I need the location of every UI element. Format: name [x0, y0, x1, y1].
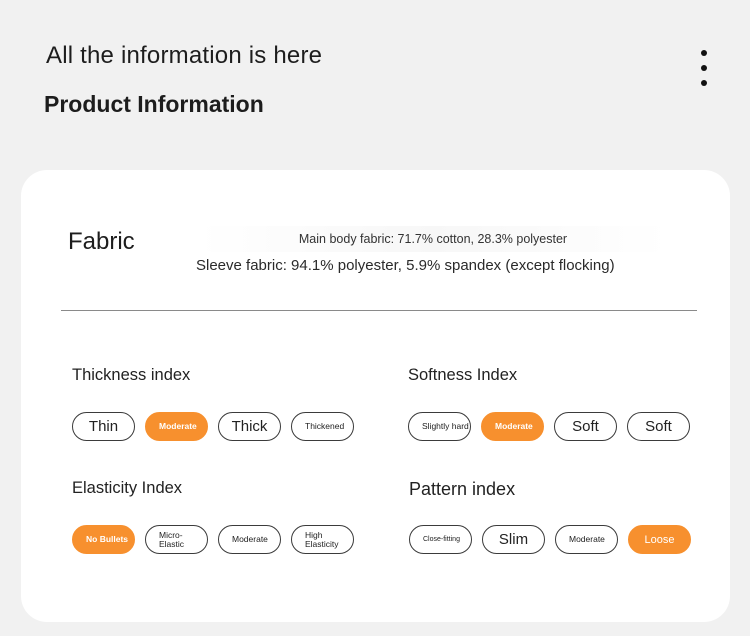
pattern-index-title: Pattern index — [409, 479, 516, 499]
softness-index-title: Softness Index — [408, 366, 518, 384]
divider — [61, 310, 697, 311]
softness-option-moderate[interactable]: Moderate — [481, 412, 544, 441]
thickness-index: Thickness index Thin Moderate Thick Thic… — [72, 366, 354, 441]
pattern-option-moderate[interactable]: Moderate — [555, 525, 618, 554]
elasticity-option-moderate[interactable]: Moderate — [218, 525, 281, 554]
fabric-main-text: Main body fabric: 71.7% cotton, 28.3% po… — [198, 226, 668, 252]
section-title: Product Information — [44, 91, 264, 117]
softness-option-slightly-hard[interactable]: Slightly hard — [408, 412, 471, 441]
elasticity-option-no-bullets[interactable]: No Bullets — [72, 525, 135, 554]
softness-option-soft-2[interactable]: Soft — [627, 412, 690, 441]
softness-index: Softness Index Slightly hard Moderate So… — [408, 366, 690, 441]
thickness-option-thin[interactable]: Thin — [72, 412, 135, 441]
product-info-card: Fabric Main body fabric: 71.7% cotton, 2… — [21, 170, 730, 622]
pattern-option-loose[interactable]: Loose — [628, 525, 691, 554]
pattern-index: Pattern index Close-fitting Slim Moderat… — [409, 479, 691, 554]
more-options-icon[interactable] — [697, 50, 711, 86]
menu-dot — [701, 65, 707, 71]
fabric-label: Fabric — [68, 228, 135, 255]
softness-option-soft[interactable]: Soft — [554, 412, 617, 441]
menu-dot — [701, 80, 707, 86]
header-title: All the information is here — [46, 42, 323, 69]
thickness-option-thick[interactable]: Thick — [218, 412, 281, 441]
elasticity-index: Elasticity Index No Bullets Micro-Elasti… — [72, 479, 354, 554]
fabric-sleeve-text: Sleeve fabric: 94.1% polyester, 5.9% spa… — [196, 257, 615, 274]
elasticity-index-title: Elasticity Index — [72, 479, 183, 497]
pattern-option-slim[interactable]: Slim — [482, 525, 545, 554]
elasticity-option-micro-elastic[interactable]: Micro-Elastic — [145, 525, 208, 554]
thickness-index-title: Thickness index — [72, 366, 191, 384]
elasticity-option-high-elasticity[interactable]: High Elasticity — [291, 525, 354, 554]
thickness-option-thickened[interactable]: Thickened — [291, 412, 354, 441]
pattern-option-close-fitting[interactable]: Close-fitting — [409, 525, 472, 554]
thickness-option-moderate[interactable]: Moderate — [145, 412, 208, 441]
menu-dot — [701, 50, 707, 56]
